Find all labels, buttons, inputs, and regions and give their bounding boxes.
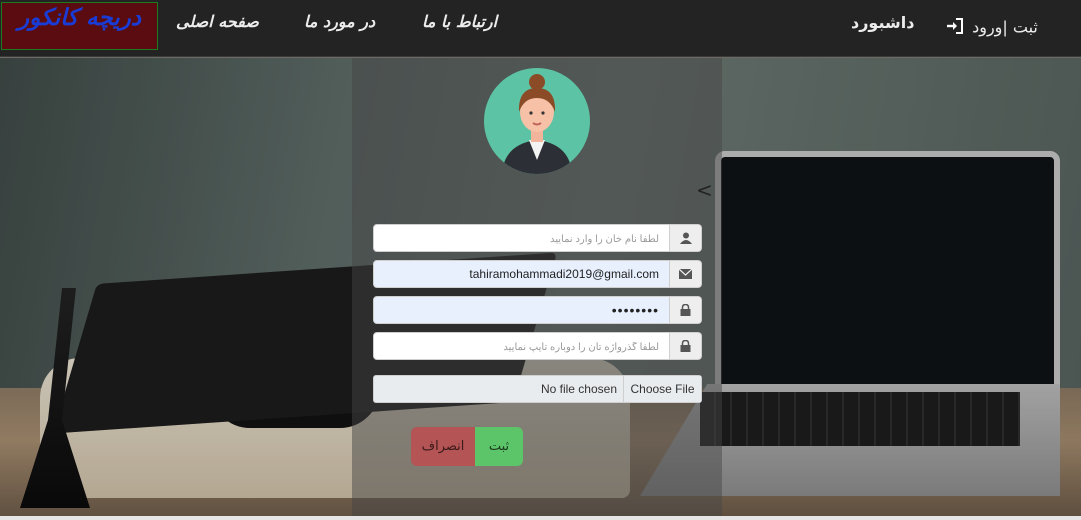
name-field-row <box>373 224 702 252</box>
horizontal-scrollbar[interactable] <box>0 516 1081 520</box>
envelope-icon <box>670 260 702 288</box>
nav-login-label: ثبت |ورود <box>972 17 1038 37</box>
nav-login-link[interactable]: ثبت |ورود <box>945 17 1038 39</box>
email-input[interactable] <box>373 260 670 288</box>
confirm-password-field-row <box>373 332 702 360</box>
user-icon <box>670 224 702 252</box>
password-field-row <box>373 296 702 324</box>
submit-button[interactable]: ثبت <box>475 427 523 466</box>
lock-icon <box>670 296 702 324</box>
form-actions: انصراف ثبت <box>411 427 523 466</box>
back-arrow-icon[interactable]: < <box>696 178 713 202</box>
top-navbar: دریچه کانکور صفحه اصلی در مورد ما ارتباط… <box>0 0 1081 57</box>
email-field-row <box>373 260 702 288</box>
file-upload-input[interactable]: No file chosen Choose File <box>373 375 702 403</box>
avatar-icon <box>484 68 590 174</box>
cancel-button[interactable]: انصراف <box>411 427 475 466</box>
password-input[interactable] <box>373 296 670 324</box>
choose-file-button[interactable]: Choose File <box>623 376 701 402</box>
file-status-text: No file chosen <box>540 382 617 396</box>
confirm-password-input[interactable] <box>373 332 670 360</box>
nav-dashboard-link[interactable]: داشبورد <box>851 13 914 32</box>
sign-in-icon <box>945 17 965 39</box>
lock-icon <box>670 332 702 360</box>
name-input[interactable] <box>373 224 670 252</box>
nav-about-link[interactable]: در مورد ما <box>304 12 375 31</box>
nav-contact-link[interactable]: ارتباط با ما <box>422 12 497 31</box>
nav-home-link[interactable]: صفحه اصلی <box>176 12 259 31</box>
brand-logo[interactable]: دریچه کانکور <box>1 2 158 50</box>
